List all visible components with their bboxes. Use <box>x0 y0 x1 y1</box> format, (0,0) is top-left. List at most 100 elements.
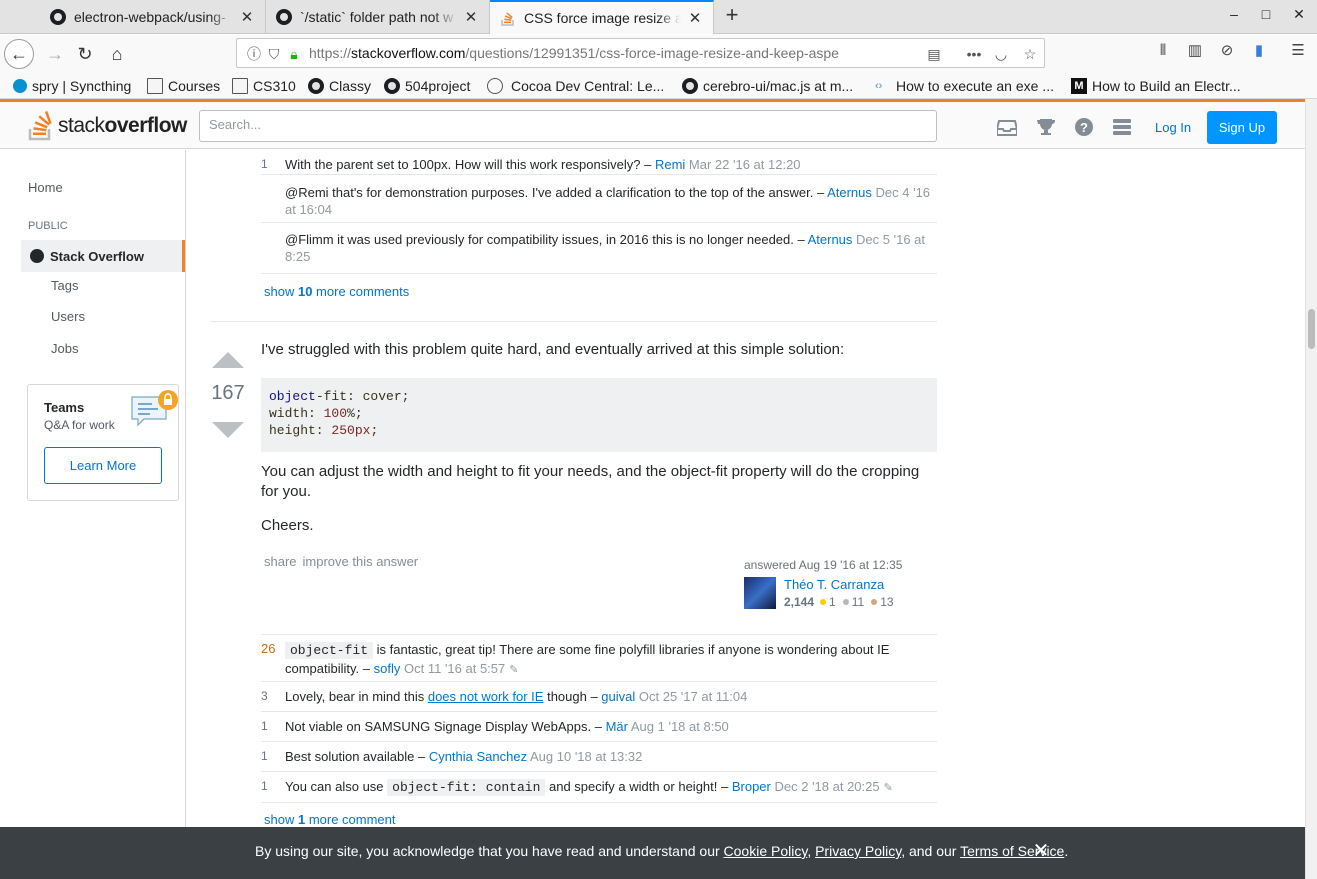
info-icon[interactable]: ⓘ <box>245 45 263 63</box>
close-icon[interactable]: ✕ <box>687 9 703 27</box>
so-logo[interactable]: stackoverflow <box>28 110 187 142</box>
pocket-icon[interactable]: ◡ <box>992 45 1010 63</box>
stackoverflow-logo-icon <box>28 111 52 141</box>
inline-code: object-fit: contain <box>387 779 546 796</box>
site-switcher-icon[interactable] <box>1112 118 1132 136</box>
nav-stack-overflow[interactable]: Stack Overflow <box>21 240 185 272</box>
code-block: object-fit: cover; width: 100%; height: … <box>261 378 937 452</box>
bookmark-item[interactable]: spry | Syncthing <box>13 76 131 96</box>
url-bar[interactable]: ⓘ ⛉ 🔒︎ https://stackoverflow.com/questio… <box>236 38 1045 68</box>
signup-button[interactable]: Sign Up <box>1207 111 1277 144</box>
show-more-comments-link[interactable]: show 1 more comment <box>264 812 396 827</box>
new-tab-icon[interactable]: + <box>720 4 744 28</box>
login-link[interactable]: Log In <box>1155 120 1191 135</box>
forward-arrow-icon[interactable]: → <box>40 39 70 69</box>
url-text[interactable]: https://stackoverflow.com/questions/1299… <box>309 45 909 61</box>
bookmark-item[interactable]: 504project <box>384 76 470 96</box>
maximize-icon[interactable]: □ <box>1256 6 1276 26</box>
library-icon[interactable]: ⫴ <box>1153 41 1173 61</box>
comment-date[interactable]: Dec 2 '18 at 20:25 <box>775 779 880 794</box>
show-more-comments-link[interactable]: show 10 more comments <box>264 284 409 299</box>
back-arrow-icon[interactable]: ← <box>4 39 34 69</box>
home-icon[interactable]: ⌂ <box>102 39 132 69</box>
minimize-icon[interactable]: – <box>1224 6 1244 26</box>
so-header: stackoverflow Search... ? Log In Sign Up <box>0 102 1305 149</box>
bookmark-star-icon[interactable]: ☆ <box>1021 45 1039 63</box>
comment-user-link[interactable]: Aternus <box>808 232 853 247</box>
comment-score: 26 <box>261 641 276 656</box>
comment-user-link[interactable]: Broper <box>732 779 771 794</box>
comment-user-link[interactable]: Mär <box>606 719 628 734</box>
learn-more-button[interactable]: Learn More <box>44 447 162 484</box>
extension-doc-icon[interactable]: ▮ <box>1249 41 1269 61</box>
search-input[interactable]: Search... <box>199 110 937 142</box>
comment-user-link[interactable]: Aternus <box>827 185 872 200</box>
teams-subtitle: Q&A for work <box>44 418 115 432</box>
avatar[interactable] <box>744 577 776 609</box>
code-line: object-fit: cover; <box>269 389 410 404</box>
bookmark-item[interactable]: Courses <box>147 76 220 96</box>
upvote-arrow-icon[interactable] <box>212 352 244 368</box>
browser-tab[interactable]: `/static` folder path not w ✕ <box>266 0 490 34</box>
comment-user-link[interactable]: sofly <box>374 661 401 676</box>
user-name-link[interactable]: Théo T. Carranza <box>784 577 884 592</box>
cookie-text: By using our site, you acknowledge that … <box>255 843 1069 859</box>
bookmark-item[interactable]: cerebro-ui/mac.js at m... <box>682 76 853 96</box>
comment-date[interactable]: Aug 10 '18 at 13:32 <box>530 749 642 764</box>
improve-answer-link[interactable]: improve this answer <box>303 554 419 569</box>
nav-users[interactable]: Users <box>51 309 85 324</box>
comment-user-link[interactable]: Remi <box>655 157 685 172</box>
bookmark-item[interactable]: Classy <box>308 76 371 96</box>
comment-row: @Flimm it was used previously for compat… <box>261 224 937 274</box>
comment-text: Lovely, bear in mind this <box>285 689 428 704</box>
extension-icon[interactable]: ⊘ <box>1217 41 1237 61</box>
comment-date[interactable]: Mar 22 '16 at 12:20 <box>689 157 801 172</box>
close-icon[interactable]: ✕ <box>1032 840 1050 862</box>
bookmark-item[interactable]: ‹› How to execute an exe ... <box>875 76 1054 96</box>
menu-icon[interactable]: ☰ <box>1288 41 1308 61</box>
share-link[interactable]: share <box>264 554 297 569</box>
help-icon[interactable]: ? <box>1074 118 1094 136</box>
comment-text: With the parent set to 100px. How will t… <box>285 157 655 172</box>
nav-jobs[interactable]: Jobs <box>51 341 78 356</box>
reader-view-icon[interactable]: ▤ <box>925 45 943 63</box>
teams-title: Teams <box>44 400 85 415</box>
browser-tab-active[interactable]: CSS force image resize a ✕ <box>490 0 714 34</box>
comment-link[interactable]: does not work for IE <box>428 689 544 704</box>
comment-date[interactable]: Aug 1 '18 at 8:50 <box>631 719 729 734</box>
user-reputation: 2,144 1 11 13 <box>784 595 894 609</box>
comment-text: Not viable on SAMSUNG Signage Display We… <box>285 719 606 734</box>
lock-icon[interactable]: 🔒︎ <box>285 45 303 63</box>
browser-tab[interactable]: electron-webpack/using- ✕ <box>40 0 266 34</box>
reload-icon[interactable]: ↻ <box>70 39 100 69</box>
bookmark-item[interactable]: CS310 <box>232 76 296 96</box>
close-icon[interactable]: ✕ <box>463 8 479 26</box>
close-icon[interactable]: ✕ <box>239 8 255 26</box>
scrollbar[interactable] <box>1305 99 1317 879</box>
logo-text-plain: stack <box>58 114 105 137</box>
shield-icon[interactable]: ⛉ <box>265 45 283 63</box>
page-actions-icon[interactable]: ••• <box>965 45 983 63</box>
downvote-arrow-icon[interactable] <box>212 422 244 438</box>
nav-tags[interactable]: Tags <box>51 278 78 293</box>
inbox-icon[interactable] <box>997 118 1017 136</box>
nav-home[interactable]: Home <box>28 180 63 195</box>
globe-icon <box>487 78 503 94</box>
syncthing-icon <box>13 79 27 93</box>
comment-user-link[interactable]: guival <box>601 689 635 704</box>
answer-divider <box>210 321 937 322</box>
bookmark-item[interactable]: Cocoa Dev Central: Le... <box>487 76 664 96</box>
window-close-icon[interactable]: ✕ <box>1289 6 1309 26</box>
bookmark-item[interactable]: M How to Build an Electr... <box>1071 76 1241 96</box>
trophy-icon[interactable] <box>1036 118 1056 136</box>
reputation-score: 2,144 <box>784 595 815 609</box>
comment-date[interactable]: Oct 11 '16 at 5:57 <box>404 661 505 676</box>
scrollbar-thumb[interactable] <box>1308 309 1315 349</box>
comment-user-link[interactable]: Cynthia Sanchez <box>429 749 527 764</box>
sidebar-icon[interactable]: ▥ <box>1185 41 1205 61</box>
privacy-policy-link[interactable]: Privacy Policy <box>815 843 901 859</box>
comment-date[interactable]: Oct 25 '17 at 11:04 <box>639 689 747 704</box>
cookie-policy-link[interactable]: Cookie Policy <box>724 843 808 859</box>
answered-time[interactable]: answered Aug 19 '16 at 12:35 <box>744 558 902 572</box>
logo-text-bold: overflow <box>104 114 188 137</box>
